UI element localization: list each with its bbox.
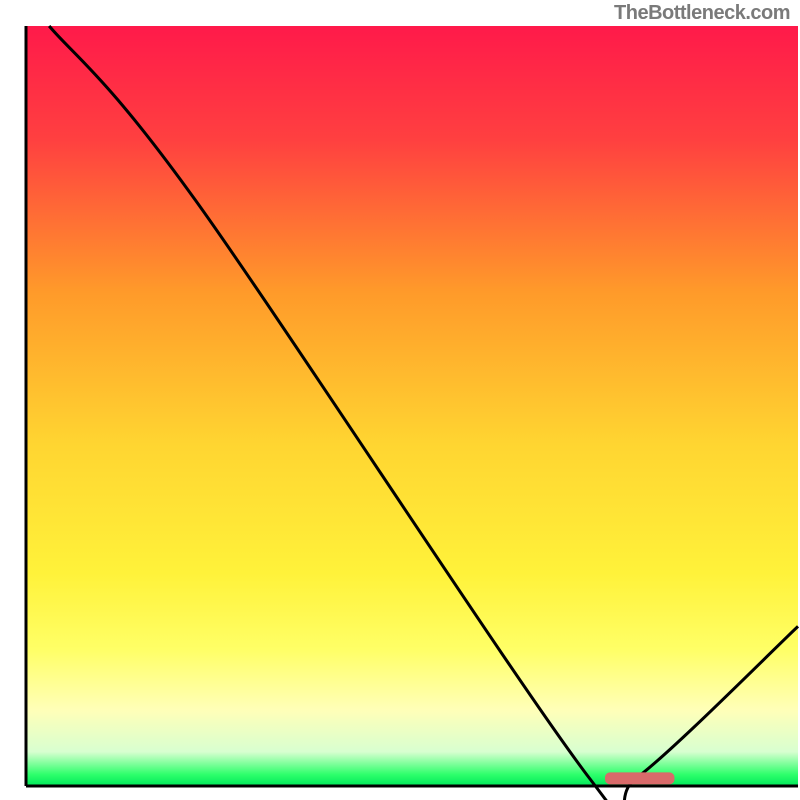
optimal-marker bbox=[605, 772, 674, 784]
bottleneck-chart bbox=[0, 0, 800, 800]
plot-background bbox=[26, 26, 798, 786]
watermark-text: TheBottleneck.com bbox=[614, 2, 790, 25]
chart-container: TheBottleneck.com bbox=[0, 0, 800, 800]
